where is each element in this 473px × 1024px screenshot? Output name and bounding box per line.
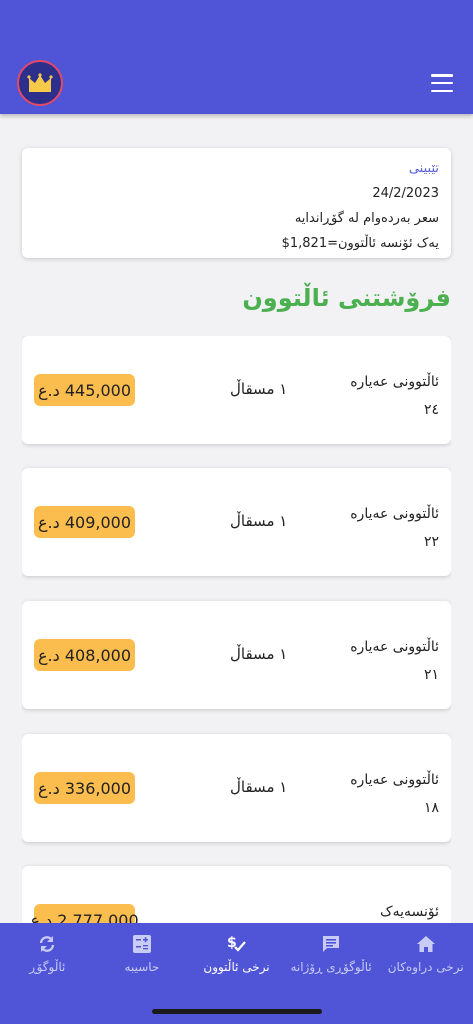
karat-label: ٢٢	[423, 534, 439, 550]
notice-date: 24/2/2023	[372, 186, 439, 201]
gold-card-22k[interactable]: ئاڵتوونی عەیارە ٢٢ ١ مسقاڵ 409,000 د.ع	[22, 468, 451, 576]
gold-card-21k[interactable]: ئاڵتوونی عەیارە ٢١ ١ مسقاڵ 408,000 د.ع	[22, 601, 451, 709]
notice-line-price-change: سعر بەردەوام لە گۆڕاندایە	[294, 211, 439, 226]
gold-card-18k[interactable]: ئاڵتوونی عەیارە ١٨ ١ مسقاڵ 336,000 د.ع	[22, 734, 451, 842]
notice-line-ounce: یەک ئۆنسە ئاڵتوون=1,821$	[281, 236, 439, 251]
price-badge: 408,000 د.ع	[34, 639, 135, 671]
price-badge: 445,000 د.ع	[34, 374, 135, 406]
gold-name: ئۆنسەیەک	[380, 898, 439, 923]
message-icon	[320, 933, 342, 955]
karat-label: ٢٤	[423, 402, 439, 418]
unit-label: ١ مسقاڵ	[230, 645, 288, 663]
unit-label: ١ مسقاڵ	[230, 380, 288, 398]
app-header	[0, 0, 473, 114]
calculator-icon	[131, 933, 153, 955]
nav-label: نرخی ئاڵتوون	[203, 960, 270, 974]
hamburger-menu-icon[interactable]	[431, 74, 453, 92]
crown-icon	[27, 73, 53, 92]
notice-card: تێبینی 24/2/2023 سعر بەردەوام لە گۆڕاندا…	[22, 148, 451, 258]
app-logo[interactable]	[17, 60, 63, 106]
gold-type-label: ئۆنسەیەک	[380, 904, 439, 920]
gold-name: ئاڵتوونی عەیارە ١٨	[350, 766, 439, 822]
nav-label: ئاڵوگۆڕ	[29, 960, 66, 974]
unit-label: ١ مسقاڵ	[230, 778, 288, 796]
section-title: فرۆشتنی ئاڵتوون	[242, 284, 451, 312]
nav-currency-prices[interactable]: نرخی دراوەکان	[378, 923, 473, 1024]
gold-type-label: ئاڵتوونی عەیارە	[350, 639, 439, 655]
gold-type-label: ئاڵتوونی عەیارە	[350, 374, 439, 390]
nav-label: ئاڵوگۆڕی ڕۆژانە	[290, 960, 372, 974]
karat-label: ٢١	[423, 667, 439, 683]
exchange-icon	[36, 933, 58, 955]
price-badge: 409,000 د.ع	[34, 506, 135, 538]
karat-label: ١٨	[423, 800, 439, 816]
gold-type-label: ئاڵتوونی عەیارە	[350, 772, 439, 788]
gold-card-24k[interactable]: ئاڵتوونی عەیارە ٢٤ ١ مسقاڵ 445,000 د.ع	[22, 336, 451, 444]
notice-title: تێبینی	[408, 161, 439, 176]
unit-label: ١ مسقاڵ	[230, 512, 288, 530]
nav-exchange[interactable]: ئاڵوگۆڕ	[0, 923, 95, 1024]
gold-type-label: ئاڵتوونی عەیارە	[350, 506, 439, 522]
gold-name: ئاڵتوونی عەیارە ٢٢	[350, 500, 439, 556]
dollar-check-icon: $	[226, 933, 248, 955]
nav-label: حاسیبە	[124, 960, 160, 974]
home-indicator[interactable]	[152, 1009, 322, 1014]
nav-label: نرخی دراوەکان	[387, 960, 464, 974]
gold-name: ئاڵتوونی عەیارە ٢٤	[350, 368, 439, 424]
home-icon	[415, 933, 437, 955]
gold-name: ئاڵتوونی عەیارە ٢١	[350, 633, 439, 689]
price-badge: 2,777,000 د.ع	[30, 904, 139, 923]
gold-price-list[interactable]: ئاڵتوونی عەیارە ٢٤ ١ مسقاڵ 445,000 د.ع ئ…	[22, 336, 451, 923]
gold-card-ounce[interactable]: ئۆنسەیەک 2,777,000 د.ع	[22, 866, 451, 923]
price-badge: 336,000 د.ع	[34, 772, 135, 804]
